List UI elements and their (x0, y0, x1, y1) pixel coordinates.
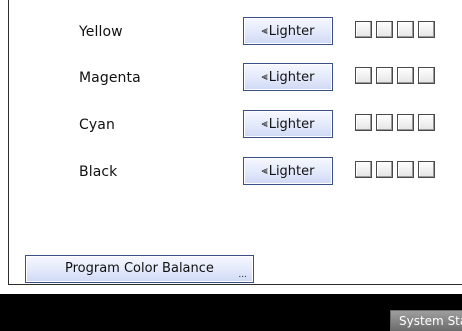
lighter-button-label: Lighter (268, 116, 315, 132)
screen: Yellow ⫷ Lighter Magenta ⫷ Lighter Cyan … (0, 0, 462, 331)
color-row-magenta: Magenta ⫷ Lighter (0, 63, 462, 95)
density-step[interactable] (397, 21, 414, 38)
left-arrow-icon: ⫷ (261, 24, 268, 37)
density-steps-cyan (355, 114, 435, 134)
system-status-button[interactable]: System Status (390, 310, 462, 331)
density-steps-magenta (355, 67, 435, 87)
left-arrow-icon: ⫷ (261, 164, 268, 177)
density-step[interactable] (397, 114, 414, 131)
color-label-magenta: Magenta (79, 70, 141, 86)
density-step[interactable] (397, 67, 414, 84)
lighter-button-label: Lighter (268, 69, 315, 85)
density-step[interactable] (355, 67, 372, 84)
density-steps-black (355, 161, 435, 181)
color-label-cyan: Cyan (79, 117, 115, 133)
lighter-button-magenta[interactable]: ⫷ Lighter (243, 63, 333, 91)
left-arrow-icon: ⫷ (261, 70, 268, 83)
lighter-button-yellow[interactable]: ⫷ Lighter (243, 17, 333, 45)
lighter-button-black[interactable]: ⫷ Lighter (243, 157, 333, 185)
left-arrow-icon: ⫷ (261, 117, 268, 130)
density-step[interactable] (418, 67, 435, 84)
color-row-cyan: Cyan ⫷ Lighter (0, 110, 462, 142)
density-step[interactable] (376, 21, 393, 38)
density-step[interactable] (355, 161, 372, 178)
lighter-button-cyan[interactable]: ⫷ Lighter (243, 110, 333, 138)
density-step[interactable] (397, 161, 414, 178)
color-row-yellow: Yellow ⫷ Lighter (0, 17, 462, 49)
program-color-balance-label: Program Color Balance (65, 261, 214, 276)
density-step[interactable] (355, 114, 372, 131)
color-row-black: Black ⫷ Lighter (0, 157, 462, 189)
color-balance-panel: Yellow ⫷ Lighter Magenta ⫷ Lighter Cyan … (0, 0, 462, 294)
density-step[interactable] (376, 67, 393, 84)
density-step[interactable] (376, 114, 393, 131)
density-steps-yellow (355, 21, 435, 41)
density-step[interactable] (418, 114, 435, 131)
color-label-yellow: Yellow (79, 24, 123, 40)
ellipsis-icon: ... (238, 270, 247, 280)
density-step[interactable] (418, 21, 435, 38)
lighter-button-label: Lighter (268, 163, 315, 179)
density-step[interactable] (376, 161, 393, 178)
density-step[interactable] (355, 21, 372, 38)
density-step[interactable] (418, 161, 435, 178)
lighter-button-label: Lighter (268, 23, 315, 39)
color-label-black: Black (79, 164, 118, 180)
program-color-balance-button[interactable]: Program Color Balance ... (25, 255, 254, 283)
